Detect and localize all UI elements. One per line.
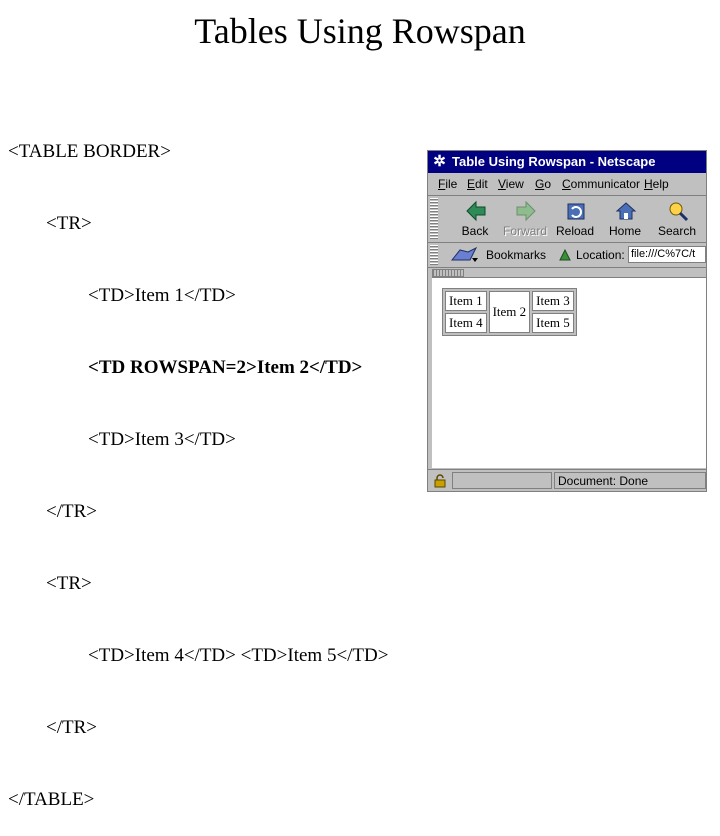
- status-bar: Document: Done: [428, 469, 706, 491]
- table-cell-item-4: Item 4: [445, 313, 487, 333]
- page-proxy-icon[interactable]: [558, 248, 572, 262]
- home-button[interactable]: Home: [600, 196, 650, 242]
- forward-button[interactable]: Forward: [500, 196, 550, 242]
- progress-panel: [452, 472, 552, 489]
- rowspan-table: Item 1 Item 2 Item 3 Item 4 Item 5: [442, 288, 577, 336]
- netscape-window: ✲ Table Using Rowspan - Netscape File Ed…: [427, 150, 707, 492]
- home-icon: [615, 202, 637, 220]
- window-titlebar[interactable]: ✲ Table Using Rowspan - Netscape: [428, 151, 706, 173]
- code-line: <TR>: [46, 213, 92, 234]
- table-cell-item-3: Item 3: [532, 291, 574, 311]
- table-cell-item-1: Item 1: [445, 291, 487, 311]
- bookmarks-icon[interactable]: [450, 246, 480, 264]
- back-arrow-icon: [466, 200, 486, 222]
- code-line: </TR>: [46, 717, 97, 738]
- bookmarks-label[interactable]: Bookmarks: [486, 243, 546, 267]
- reload-label: Reload: [555, 224, 595, 238]
- window-title: Table Using Rowspan - Netscape: [452, 154, 656, 169]
- location-input[interactable]: file:///C%7C/t: [628, 246, 706, 263]
- search-button[interactable]: Search: [652, 196, 702, 242]
- slide-title: Tables Using Rowspan: [194, 11, 526, 51]
- menu-go[interactable]: Go: [535, 173, 551, 195]
- code-line-highlighted: <TD ROWSPAN=2>Item 2</TD>: [88, 357, 363, 378]
- location-grip[interactable]: [430, 245, 438, 265]
- code-line: </TABLE>: [8, 789, 95, 810]
- security-lock-icon[interactable]: [432, 474, 448, 488]
- menu-bar: File Edit View Go Communicator Help: [428, 173, 706, 196]
- code-line: <TR>: [46, 573, 92, 594]
- menu-view[interactable]: View: [498, 173, 524, 195]
- code-line: <TABLE BORDER>: [8, 141, 171, 162]
- menu-edit[interactable]: Edit: [467, 173, 488, 195]
- menu-help[interactable]: Help: [644, 173, 669, 195]
- search-label: Search: [657, 224, 697, 238]
- personal-toolbar-collapsed: [428, 268, 706, 277]
- status-text: Document: Done: [558, 474, 649, 488]
- menu-communicator[interactable]: Communicator: [562, 173, 640, 195]
- toolbar-collapse-tab[interactable]: [432, 269, 464, 277]
- table-cell-item-5: Item 5: [532, 313, 574, 333]
- back-label: Back: [461, 224, 489, 238]
- code-line: </TR>: [46, 501, 97, 522]
- toolbar-grip[interactable]: [430, 198, 438, 240]
- menu-file[interactable]: File: [438, 173, 457, 195]
- code-block: <TABLE BORDER> <TR> <TD>Item 1</TD> <TD …: [8, 92, 388, 836]
- reload-button[interactable]: Reload: [550, 196, 600, 242]
- code-line: <TD>Item 4</TD> <TD>Item 5</TD>: [88, 645, 389, 666]
- home-label: Home: [608, 224, 641, 238]
- code-line: <TD>Item 3</TD>: [88, 429, 236, 450]
- netscape-logo-icon: ✲: [433, 153, 446, 170]
- location-toolbar: Bookmarks Location: file:///C%7C/t: [428, 243, 706, 268]
- table-cell-item-2: Item 2: [488, 291, 531, 333]
- back-button[interactable]: Back: [450, 196, 500, 242]
- page-content: Item 1 Item 2 Item 3 Item 4 Item 5: [432, 277, 706, 468]
- forward-label: Forward: [502, 224, 547, 238]
- forward-arrow-icon: [516, 200, 536, 222]
- search-icon: [669, 202, 689, 222]
- code-line: <TD>Item 1</TD>: [88, 285, 236, 306]
- reload-icon: [567, 203, 585, 220]
- location-label: Location:: [576, 248, 625, 262]
- navigation-toolbar: Back Forward Reload Home Search: [428, 196, 706, 243]
